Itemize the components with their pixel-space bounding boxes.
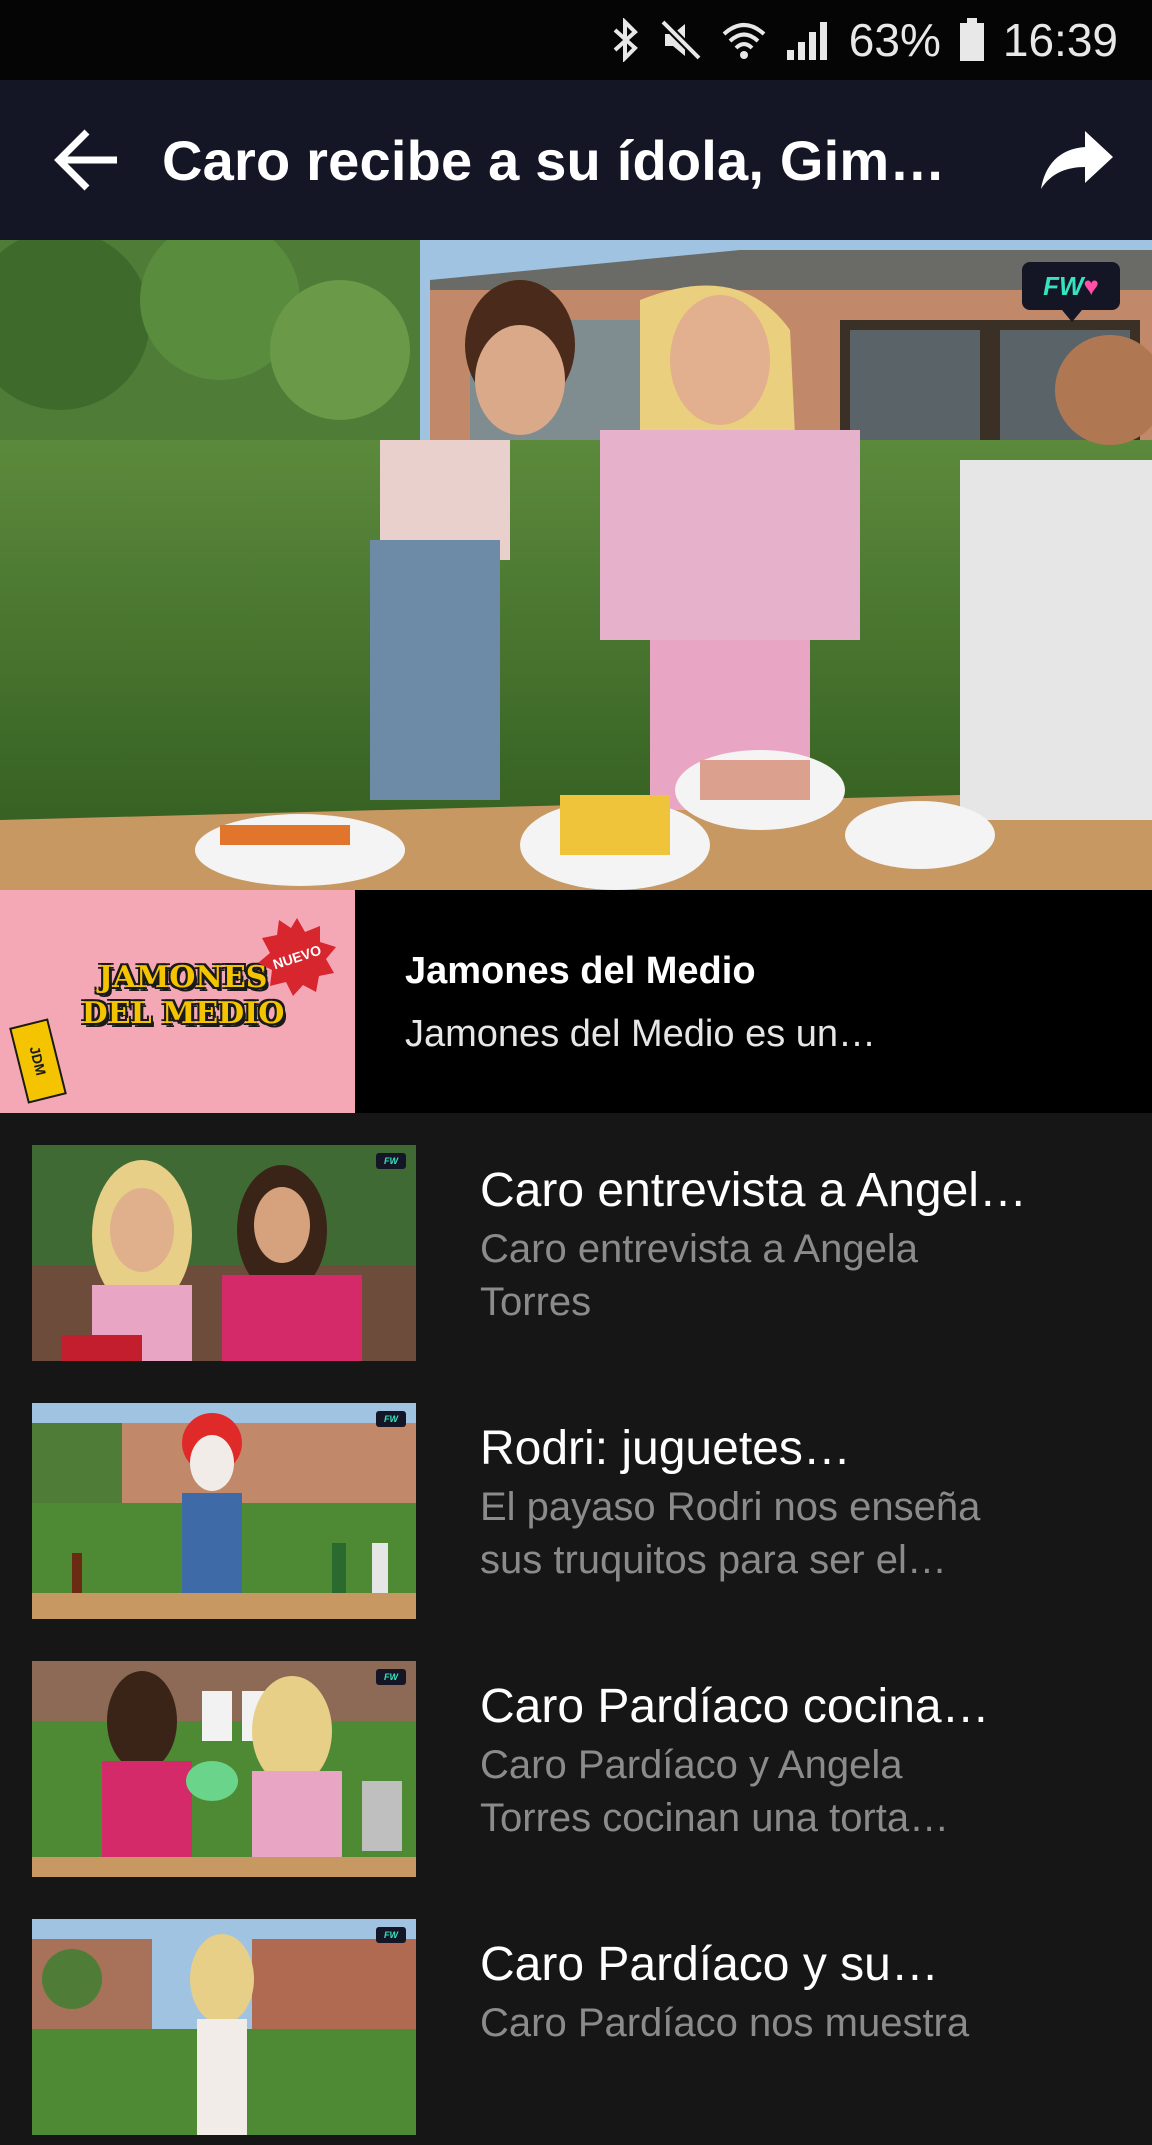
video-text: Caro entrevista a Angel… Caro entrevista…: [480, 1161, 1120, 1329]
channel-logo-tag: JDM: [9, 1018, 67, 1104]
video-text: Rodri: juguetes… El payaso Rodri nos ens…: [480, 1419, 1120, 1587]
watermark-heart-icon: ♥: [1083, 270, 1099, 301]
video-description-line: sus truquitos para ser el…: [480, 1538, 947, 1582]
back-button[interactable]: [22, 80, 152, 240]
video-title: Caro Pardíaco cocina…: [480, 1680, 990, 1733]
watermark-text: FW: [1043, 270, 1084, 301]
page-title: Caro recibe a su ídola, Gim…: [162, 128, 946, 192]
video-list-item[interactable]: FW Caro Pardíaco cocina… Caro Pardíaco y…: [0, 1629, 1152, 1887]
video-thumbnail: FW: [32, 1403, 416, 1619]
channel-description: Jamones del Medio es un…: [405, 1013, 877, 1055]
video-list-item[interactable]: FW Caro entrevista a Angel… Caro entrevi…: [0, 1113, 1152, 1371]
video-text: Caro Pardíaco cocina… Caro Pardíaco y An…: [480, 1677, 1120, 1845]
wifi-icon: [721, 18, 767, 62]
channel-info: Jamones del Medio Jamones del Medio es u…: [355, 890, 876, 1113]
video-list-item[interactable]: FW Rodri: juguetes… El payaso Rodri nos …: [0, 1371, 1152, 1629]
thumbnail-badge: FW: [376, 1669, 406, 1685]
status-bar: 63% 16:39: [0, 0, 1152, 80]
video-thumbnail: FW: [32, 1919, 416, 2135]
thumbnail-badge: FW: [376, 1927, 406, 1943]
video-title: Rodri: juguetes…: [480, 1422, 851, 1475]
app-bar: Caro recibe a su ídola, Gim…: [0, 80, 1152, 240]
video-description-line: El payaso Rodri nos enseña: [480, 1485, 981, 1529]
video-text: Caro Pardíaco y su… Caro Pardíaco nos mu…: [480, 1935, 1120, 2050]
video-description-line: Caro Pardíaco nos muestra: [480, 2001, 970, 2045]
signal-icon: [785, 20, 831, 60]
video-description: Caro Pardíaco y Angela Torres cocinan un…: [480, 1739, 1120, 1845]
channel-name: Jamones del Medio: [405, 950, 756, 992]
video-list: FW Caro entrevista a Angel… Caro entrevi…: [0, 1113, 1152, 2145]
battery-icon: [959, 18, 985, 62]
video-description-line: Torres cocinan una torta…: [480, 1796, 950, 1840]
video-description-line: Caro entrevista a Angela: [480, 1227, 919, 1271]
channel-watermark-badge: FW ♥: [1022, 262, 1120, 322]
video-description: Caro Pardíaco nos muestra: [480, 1997, 1120, 2050]
video-description-line: Caro Pardíaco y Angela: [480, 1743, 903, 1787]
video-thumbnail: FW: [32, 1661, 416, 1877]
video-title: Caro Pardíaco y su…: [480, 1938, 939, 1991]
share-button[interactable]: [1002, 80, 1152, 240]
video-thumbnail: FW: [32, 1145, 416, 1361]
thumbnail-badge: FW: [376, 1411, 406, 1427]
channel-logo: JAMONES DEL MEDIO NUEVO JDM: [0, 890, 355, 1113]
hero-video-image[interactable]: FW ♥: [0, 240, 1152, 890]
mute-icon: [659, 18, 703, 62]
video-description: Caro entrevista a Angela Torres: [480, 1223, 1120, 1329]
channel-logo-text: JAMONES DEL MEDIO: [78, 960, 288, 1032]
share-icon: [1041, 131, 1113, 189]
new-badge: NUEVO: [258, 918, 336, 996]
video-description: El payaso Rodri nos enseña sus truquitos…: [480, 1481, 1120, 1587]
video-list-item[interactable]: FW Caro Pardíaco y su… Caro Pardíaco nos…: [0, 1887, 1152, 2145]
thumbnail-badge: FW: [376, 1153, 406, 1169]
channel-logo-line-2: DEL MEDIO: [81, 996, 285, 1031]
back-arrow-icon: [54, 129, 117, 191]
channel-logo-line-1: JAMONES: [98, 960, 268, 995]
battery-percent: 63%: [848, 14, 941, 66]
clock: 16:39: [1002, 14, 1118, 66]
video-description-line: Torres: [480, 1280, 592, 1324]
channel-row[interactable]: JAMONES DEL MEDIO NUEVO JDM Jamones del …: [0, 890, 1152, 1113]
bluetooth-icon: [611, 18, 641, 62]
video-title: Caro entrevista a Angel…: [480, 1164, 1027, 1217]
